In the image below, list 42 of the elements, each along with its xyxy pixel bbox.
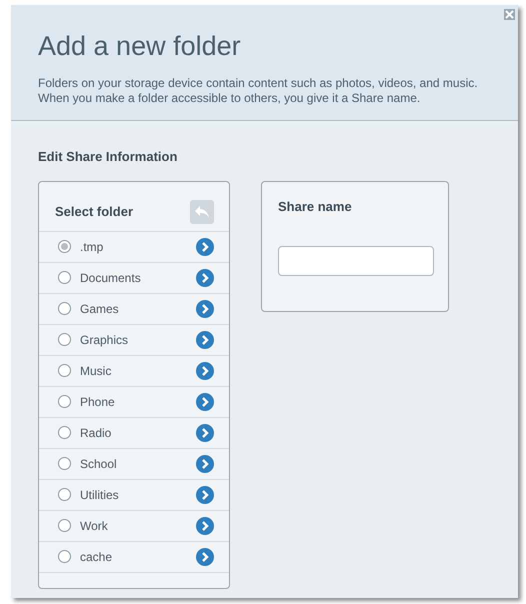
folder-name[interactable]: Graphics xyxy=(80,330,196,348)
description-text: Folders on your storage device contain content such as photos, videos, and music. xyxy=(38,76,479,91)
chevron-right-icon[interactable] xyxy=(196,300,214,318)
share-name-field[interactable] xyxy=(278,246,434,276)
folder-name[interactable]: .tmp xyxy=(80,238,196,256)
radio-button[interactable] xyxy=(58,426,71,439)
folder-name[interactable]: Music xyxy=(80,362,196,380)
folder-name[interactable]: School xyxy=(80,454,196,472)
radio-button[interactable] xyxy=(58,457,71,470)
chevron-right-icon[interactable] xyxy=(196,330,214,348)
radio-button[interactable] xyxy=(58,333,71,346)
radio-button[interactable] xyxy=(58,240,71,253)
chevron-right-icon[interactable] xyxy=(196,516,214,534)
chevron-right-icon[interactable] xyxy=(196,548,214,566)
radio-button[interactable] xyxy=(58,488,71,501)
radio-button[interactable] xyxy=(58,395,71,408)
chevron-right-icon[interactable] xyxy=(196,424,214,442)
section-heading: Edit Share Information xyxy=(38,148,178,166)
radio-button[interactable] xyxy=(58,364,71,377)
chevron-right-icon[interactable] xyxy=(196,392,214,410)
share-name-label: Share name xyxy=(278,198,353,216)
chevron-right-icon[interactable] xyxy=(196,454,214,472)
folder-name[interactable]: Work xyxy=(80,516,196,534)
folder-name[interactable]: cache xyxy=(80,548,196,566)
folder-name[interactable]: Utilities xyxy=(80,486,196,504)
folder-name[interactable]: Radio xyxy=(80,424,196,442)
folder-name[interactable]: Documents xyxy=(80,268,196,286)
back-arrow-icon xyxy=(194,205,210,219)
radio-button[interactable] xyxy=(58,550,71,563)
close-button[interactable] xyxy=(504,9,515,20)
list-title: Select folder xyxy=(55,203,134,222)
description-text: When you make a folder accessible to others, you give it a Share name. xyxy=(38,91,422,106)
folder-name[interactable]: Games xyxy=(80,300,196,318)
chevron-right-icon[interactable] xyxy=(196,486,214,504)
radio-button[interactable] xyxy=(58,302,71,315)
chevron-right-icon[interactable] xyxy=(196,238,214,256)
radio-button[interactable] xyxy=(58,271,71,284)
chevron-right-icon[interactable] xyxy=(196,268,214,286)
chevron-right-icon[interactable] xyxy=(196,362,214,380)
folder-name[interactable]: Phone xyxy=(80,392,196,410)
dialog-title: Add a new folder xyxy=(38,30,242,62)
radio-button[interactable] xyxy=(58,519,71,532)
